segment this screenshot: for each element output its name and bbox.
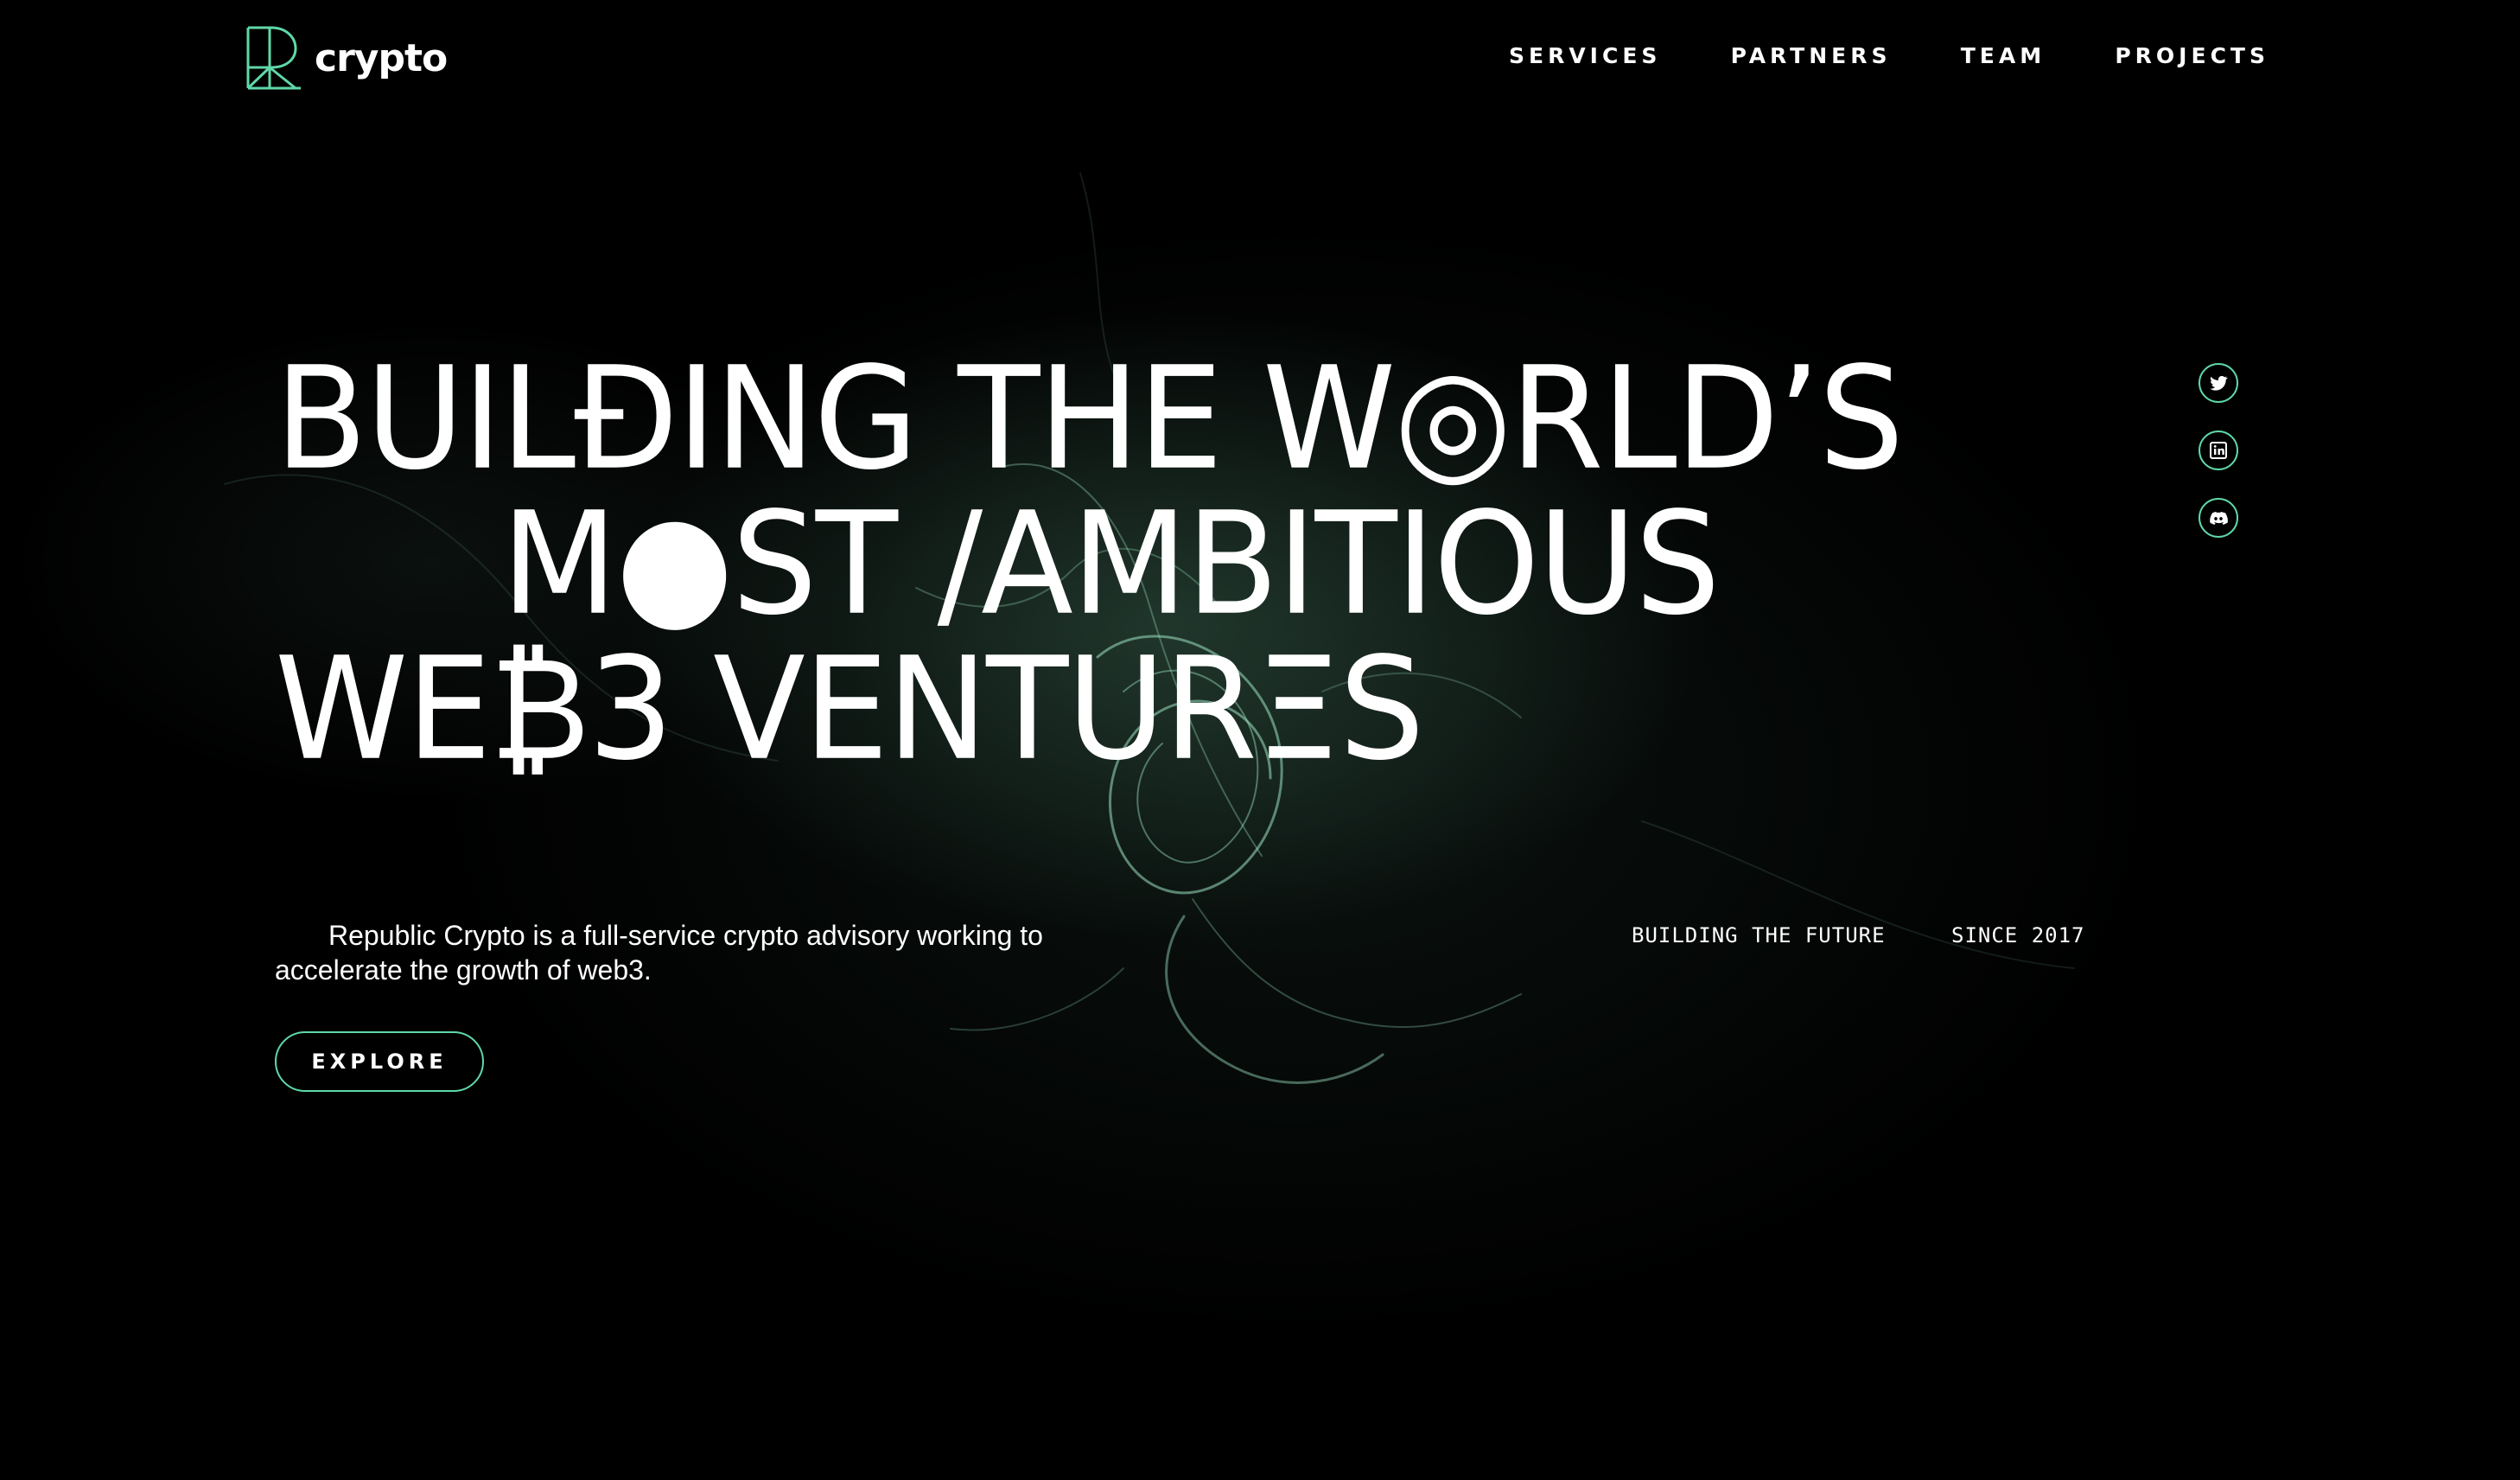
hero-line-2: M●ST ∕AMBITIOUS — [501, 481, 1721, 647]
tagline-building-future: BUILDING THE FUTURE — [1632, 923, 1886, 947]
discord-icon — [2210, 512, 2228, 525]
hero-headline: BUILÐING THE W◎RLD’S M●ST ∕AMBITIOUS WE₿… — [275, 335, 1904, 792]
discord-link[interactable] — [2199, 498, 2238, 538]
intro-text: Republic Crypto is a full-service crypto… — [275, 920, 1043, 986]
linkedin-icon — [2210, 442, 2227, 459]
nav-team-link[interactable]: TEAM — [1961, 43, 2046, 68]
r-monogram-logo-icon — [246, 26, 301, 90]
main-nav: SERVICES PARTNERS TEAM PROJECTS — [1509, 43, 2269, 68]
tagline-since-year: SINCE 2017 — [1951, 923, 2085, 947]
nav-services-link[interactable]: SERVICES — [1509, 43, 1661, 68]
explore-button[interactable]: EXPLORE — [275, 1031, 484, 1092]
linkedin-link[interactable] — [2199, 431, 2238, 470]
hero-line-3: WE₿3 VENTURΞS — [275, 626, 1425, 792]
nav-projects-link[interactable]: PROJECTS — [2115, 43, 2269, 68]
nav-partners-link[interactable]: PARTNERS — [1731, 43, 1892, 68]
twitter-link[interactable] — [2199, 363, 2238, 403]
brand-logo[interactable]: crypto — [245, 26, 448, 90]
social-links — [2199, 363, 2238, 538]
brand-name: crypto — [315, 35, 448, 80]
twitter-icon — [2210, 375, 2228, 391]
hero-line-1: BUILÐING THE W◎RLD’S — [275, 335, 1904, 501]
